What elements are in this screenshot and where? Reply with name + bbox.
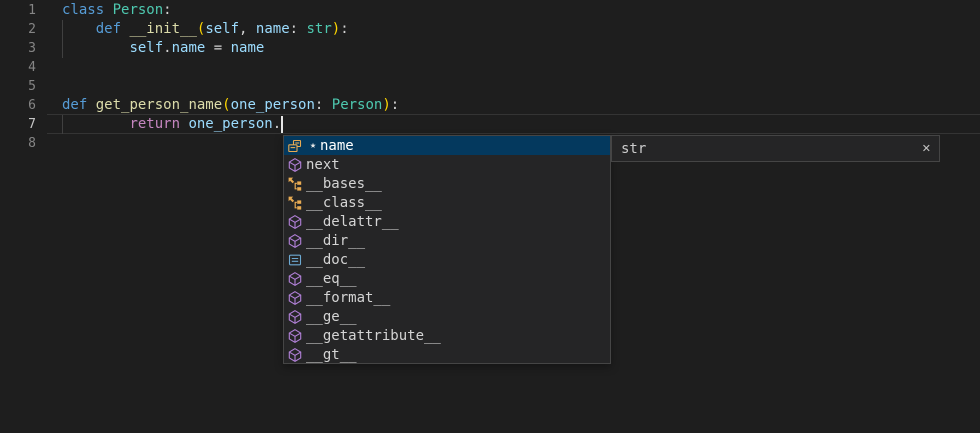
method-icon [287, 233, 303, 249]
suggestion-label: __gt__ [306, 347, 357, 363]
suggestion-item[interactable]: __class__ [284, 193, 610, 212]
code-line[interactable]: def get_person_name(one_person: Person): [62, 96, 399, 115]
suggestion-item[interactable]: __format__ [284, 288, 610, 307]
suggestion-item[interactable]: next [284, 155, 610, 174]
method-icon [287, 271, 303, 287]
suggestion-label: __dir__ [306, 233, 365, 249]
suggestion-label: __class__ [306, 195, 382, 211]
suggestion-item[interactable]: __ge__ [284, 307, 610, 326]
suggestion-item[interactable]: ★name [284, 136, 610, 155]
error-squiggle-icon [52, 130, 67, 135]
type-hierarchy-icon [287, 176, 303, 192]
suggestion-label: __doc__ [306, 252, 365, 268]
method-icon [287, 309, 303, 325]
method-icon [287, 328, 303, 344]
line-number: 3 [0, 39, 36, 58]
suggestion-label: __format__ [306, 290, 390, 306]
preferred-star-icon: ★ [306, 140, 320, 151]
line-number: 4 [0, 58, 36, 77]
suggestion-item[interactable]: __delattr__ [284, 212, 610, 231]
indent-guide [62, 20, 63, 58]
method-icon [287, 290, 303, 306]
close-icon[interactable]: ✕ [914, 142, 939, 155]
field-icon [287, 138, 303, 154]
line-number: 1 [0, 1, 36, 20]
suggestion-item[interactable]: __eq__ [284, 269, 610, 288]
line-number: 5 [0, 77, 36, 96]
suggestion-label: __eq__ [306, 271, 357, 287]
code-editor[interactable]: 12345678 class Person: def __init__(self… [0, 0, 980, 433]
code-line[interactable]: def __init__(self, name: str): [62, 20, 349, 39]
line-number: 2 [0, 20, 36, 39]
code-line[interactable]: self.name = name [62, 39, 264, 58]
suggestion-label: __ge__ [306, 309, 357, 325]
line-number: 7 [0, 115, 36, 134]
suggestion-item[interactable]: __getattribute__ [284, 326, 610, 345]
code-line[interactable]: return one_person. [62, 115, 281, 134]
method-icon [287, 347, 303, 363]
suggest-widget: ★name next __bases__ __class__ __delattr__ __… [283, 135, 611, 364]
suggestion-label: name [320, 138, 354, 154]
line-number: 8 [0, 134, 36, 153]
suggestion-item[interactable]: __bases__ [284, 174, 610, 193]
code-line[interactable]: class Person: [62, 1, 172, 20]
constant-icon [287, 252, 303, 268]
method-icon [287, 157, 303, 173]
suggestion-item[interactable]: __dir__ [284, 231, 610, 250]
suggestion-label: next [306, 157, 340, 173]
suggestion-item[interactable]: __gt__ [284, 345, 610, 364]
suggestion-label: __bases__ [306, 176, 382, 192]
suggestion-label: __getattribute__ [306, 328, 441, 344]
suggest-details-pane: str ✕ [611, 135, 940, 162]
method-icon [287, 214, 303, 230]
line-number: 6 [0, 96, 36, 115]
suggestion-type-signature: str [612, 141, 914, 157]
suggestion-item[interactable]: __doc__ [284, 250, 610, 269]
suggestion-label: __delattr__ [306, 214, 399, 230]
type-hierarchy-icon [287, 195, 303, 211]
